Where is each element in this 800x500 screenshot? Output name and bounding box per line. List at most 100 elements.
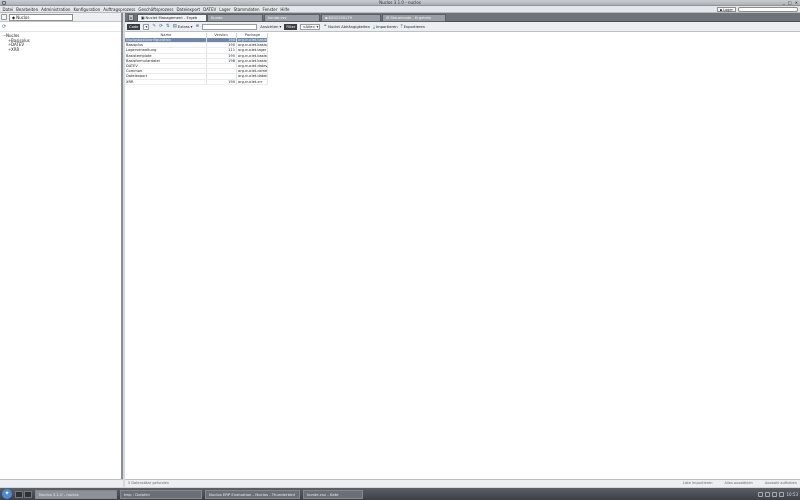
- menu-bearbeiten[interactable]: Bearbeiten: [15, 7, 40, 12]
- cell-name: Lagerverwaltung: [125, 48, 207, 53]
- main-panel: ⌂ ▣ Nuclet Management - Ergeb Kunde kunde…: [125, 13, 800, 487]
- tab-nuclet-management[interactable]: ▣ Nuclet Management - Ergeb: [137, 14, 207, 22]
- clock[interactable]: 10:53: [786, 492, 798, 497]
- tree-node-label: XRR: [11, 46, 20, 52]
- tab-icon: ⚙: [386, 15, 390, 20]
- export-button[interactable]: ⤒ Exportieren: [401, 24, 425, 30]
- tab-label: Nuclet Management - Ergeb: [145, 15, 198, 20]
- menu-administration[interactable]: Administration: [40, 7, 72, 12]
- cell-name: Basisplus: [125, 43, 207, 48]
- desktop-pager[interactable]: [15, 490, 32, 498]
- chevron-down-icon: ▾: [279, 24, 282, 29]
- menu-geschaeftsprozess[interactable]: Geschäftsprozess: [137, 7, 175, 12]
- refresh-icon[interactable]: ⟳: [2, 24, 6, 30]
- lager-button[interactable]: ▪ Lager: [716, 7, 736, 12]
- import-list-link[interactable]: Liste importieren: [683, 480, 713, 487]
- tree-node[interactable]: +XRR: [3, 46, 121, 53]
- task-kate[interactable]: kunde.csv - Kate: [303, 489, 363, 499]
- tray-icon[interactable]: [765, 491, 771, 497]
- abh-label: Nuclet Abhängigkeiten: [328, 24, 371, 29]
- dependency-icon: ⚭: [323, 24, 328, 29]
- cell-version: 111: [207, 48, 237, 53]
- cell-package: org.nuclet.common: [237, 69, 268, 74]
- tab-kunde[interactable]: Kunde: [207, 14, 263, 22]
- cell-package: org.nuclet.basisde: [238, 53, 268, 58]
- lager-label: Lager: [723, 7, 733, 12]
- cell-package: org.nuclet.datev: [238, 63, 268, 69]
- tray-icon[interactable]: [779, 491, 785, 497]
- cell-name: Basisformulardatei: [125, 58, 207, 63]
- desktop-1[interactable]: [15, 490, 23, 498]
- chevron-down-icon: ▾: [145, 24, 148, 29]
- tray-icon[interactable]: [772, 491, 778, 497]
- desktop-2[interactable]: [24, 490, 32, 498]
- chevron-down-icon: ▾: [316, 24, 319, 29]
- sidebar-header: ◆ Nuclos: [0, 13, 121, 22]
- menu-hilfe[interactable]: Hilfe: [279, 7, 291, 12]
- views-menu[interactable]: Ansichten ▾: [260, 25, 281, 29]
- views-label: Ansichten: [260, 24, 279, 29]
- filter-select[interactable]: <Alle> ▾: [300, 23, 321, 30]
- global-search-input[interactable]: [738, 7, 798, 12]
- start-menu-icon[interactable]: ✦: [2, 489, 12, 499]
- nuclet-tree: −Nuclos +Basisplus +DATEV +XRR: [0, 32, 121, 52]
- menu-lager[interactable]: Lager: [218, 7, 232, 12]
- task-thunderbird[interactable]: Nuclos ERP Evaluation - Nuclos - Thunder…: [205, 489, 300, 499]
- table-row[interactable]: XRR 190 org.nuclet.xrr: [125, 79, 268, 85]
- export-label: Exportieren: [403, 24, 425, 29]
- cell-package: org.nuclet.xrr: [237, 79, 268, 84]
- nuclet-dependencies-button[interactable]: ⚭ Nuclet Abhängigkeiten: [323, 24, 370, 29]
- tab-steuercode[interactable]: ⚙ Steuercode - Ergebnis: [382, 14, 446, 22]
- code-button[interactable]: Code: [127, 23, 141, 30]
- cell-name: Nuclosbasiskonfiguration: [125, 38, 207, 43]
- menu-auftragsprozess[interactable]: Auftragsprozess: [102, 7, 137, 12]
- task-nuclos[interactable]: Nuclos 3.1.0 - nuclos: [35, 489, 117, 499]
- menu-datev[interactable]: DATEV: [202, 7, 218, 12]
- tray-icon[interactable]: [758, 491, 764, 497]
- sidebar-toggle-icon[interactable]: [1, 14, 7, 20]
- import-button[interactable]: ⤓ Importieren: [373, 24, 398, 30]
- export-icon: ⤒: [400, 24, 403, 30]
- cell-name: XRR: [125, 79, 207, 84]
- cell-package: org.nuclet.basisfo: [238, 58, 268, 63]
- tab-label: Steuercode - Ergebnis: [390, 15, 431, 20]
- search-icon[interactable]: ⊕: [195, 24, 199, 29]
- menubar: Datei Bearbeiten Administration Konfigur…: [0, 6, 800, 13]
- taskbar: ✦ Nuclos 3.1.0 - nuclos tmp : Dolphin Nu…: [0, 488, 800, 500]
- tab-8000190179[interactable]: ▪ 8000190179: [321, 14, 381, 22]
- code-select[interactable]: ▾: [143, 23, 150, 30]
- filter-value: <Alle>: [302, 24, 316, 29]
- cell-version: 195: [207, 53, 237, 58]
- chevron-down-icon: ▾: [190, 24, 193, 29]
- status-text: 5 Datensätze gefunden: [128, 481, 170, 485]
- select-all-link[interactable]: Alles auswählen: [725, 480, 753, 487]
- cell-package: org.nuclet.lager: [238, 48, 268, 53]
- sidebar-tab-nuclos[interactable]: ◆ Nuclos: [9, 14, 73, 21]
- menu-datei[interactable]: Datei: [1, 7, 15, 12]
- tab-icon: ▪: [325, 15, 328, 20]
- menu-konfiguration[interactable]: Konfiguration: [72, 7, 102, 12]
- menu-stammdaten[interactable]: Stammdaten: [232, 7, 261, 12]
- cell-name: Dateiexport: [125, 74, 207, 79]
- task-dolphin[interactable]: tmp : Dolphin: [120, 489, 202, 499]
- tab-home-icon[interactable]: ⌂: [128, 14, 134, 21]
- edit-icon[interactable]: ✎: [152, 24, 156, 29]
- cell-name: Common: [125, 69, 207, 74]
- tab-icon: ▣: [141, 15, 145, 20]
- sort-icon[interactable]: ⇅: [166, 24, 170, 29]
- cell-version: 190: [207, 79, 237, 84]
- deselect-link[interactable]: Auswahl aufheben: [765, 480, 797, 487]
- lager-icon: ▪: [719, 7, 723, 12]
- sidebar: ◆ Nuclos ⟳ −Nuclos +Basisplus +DATEV +XR…: [0, 13, 123, 487]
- cell-name: DATEV: [125, 63, 207, 69]
- cell-version: [207, 63, 237, 69]
- tab-kunde-csv[interactable]: kunde.csv: [264, 14, 320, 22]
- cell-version: [207, 74, 237, 79]
- search-input[interactable]: [202, 23, 258, 30]
- menu-fenster[interactable]: Fenster: [261, 7, 279, 12]
- extras-icon: ▤: [172, 24, 177, 29]
- cell-version: 168: [207, 38, 237, 43]
- refresh-icon[interactable]: ⟳: [159, 24, 163, 29]
- menu-dateiexport[interactable]: Dateiexport: [175, 7, 202, 12]
- extras-menu[interactable]: ▤ Extras ▾: [173, 24, 193, 29]
